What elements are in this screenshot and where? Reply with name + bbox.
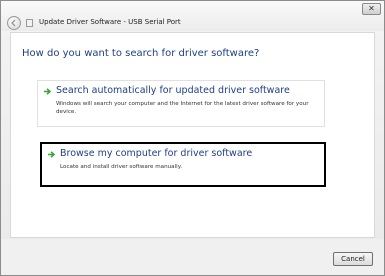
cancel-button[interactable]: Cancel (333, 252, 373, 266)
search-automatically-option[interactable]: Search automatically for updated driver … (37, 80, 325, 127)
close-icon: ✕ (368, 4, 375, 13)
title-bar: ✕ Update Driver Software - USB Serial Po… (1, 1, 384, 31)
green-arrow-icon (44, 88, 52, 95)
back-arrow-icon (11, 19, 16, 27)
option-title: Search automatically for updated driver … (56, 85, 290, 96)
footer-bar: Cancel (1, 239, 384, 275)
back-button[interactable] (7, 16, 21, 30)
option-title: Browse my computer for driver software (60, 148, 253, 159)
page-heading: How do you want to search for driver sof… (22, 48, 260, 59)
close-button[interactable]: ✕ (362, 3, 381, 15)
option-description: Windows will search your computer and th… (56, 101, 309, 115)
device-icon (26, 19, 33, 27)
green-arrow-icon (48, 151, 56, 158)
browse-computer-option[interactable]: Browse my computer for driver software L… (40, 142, 326, 187)
dialog-window: ✕ Update Driver Software - USB Serial Po… (0, 0, 385, 276)
option-description: Locate and install driver software manua… (60, 164, 183, 170)
window-title: Update Driver Software - USB Serial Port (39, 18, 181, 26)
content-panel: How do you want to search for driver sof… (10, 32, 375, 238)
